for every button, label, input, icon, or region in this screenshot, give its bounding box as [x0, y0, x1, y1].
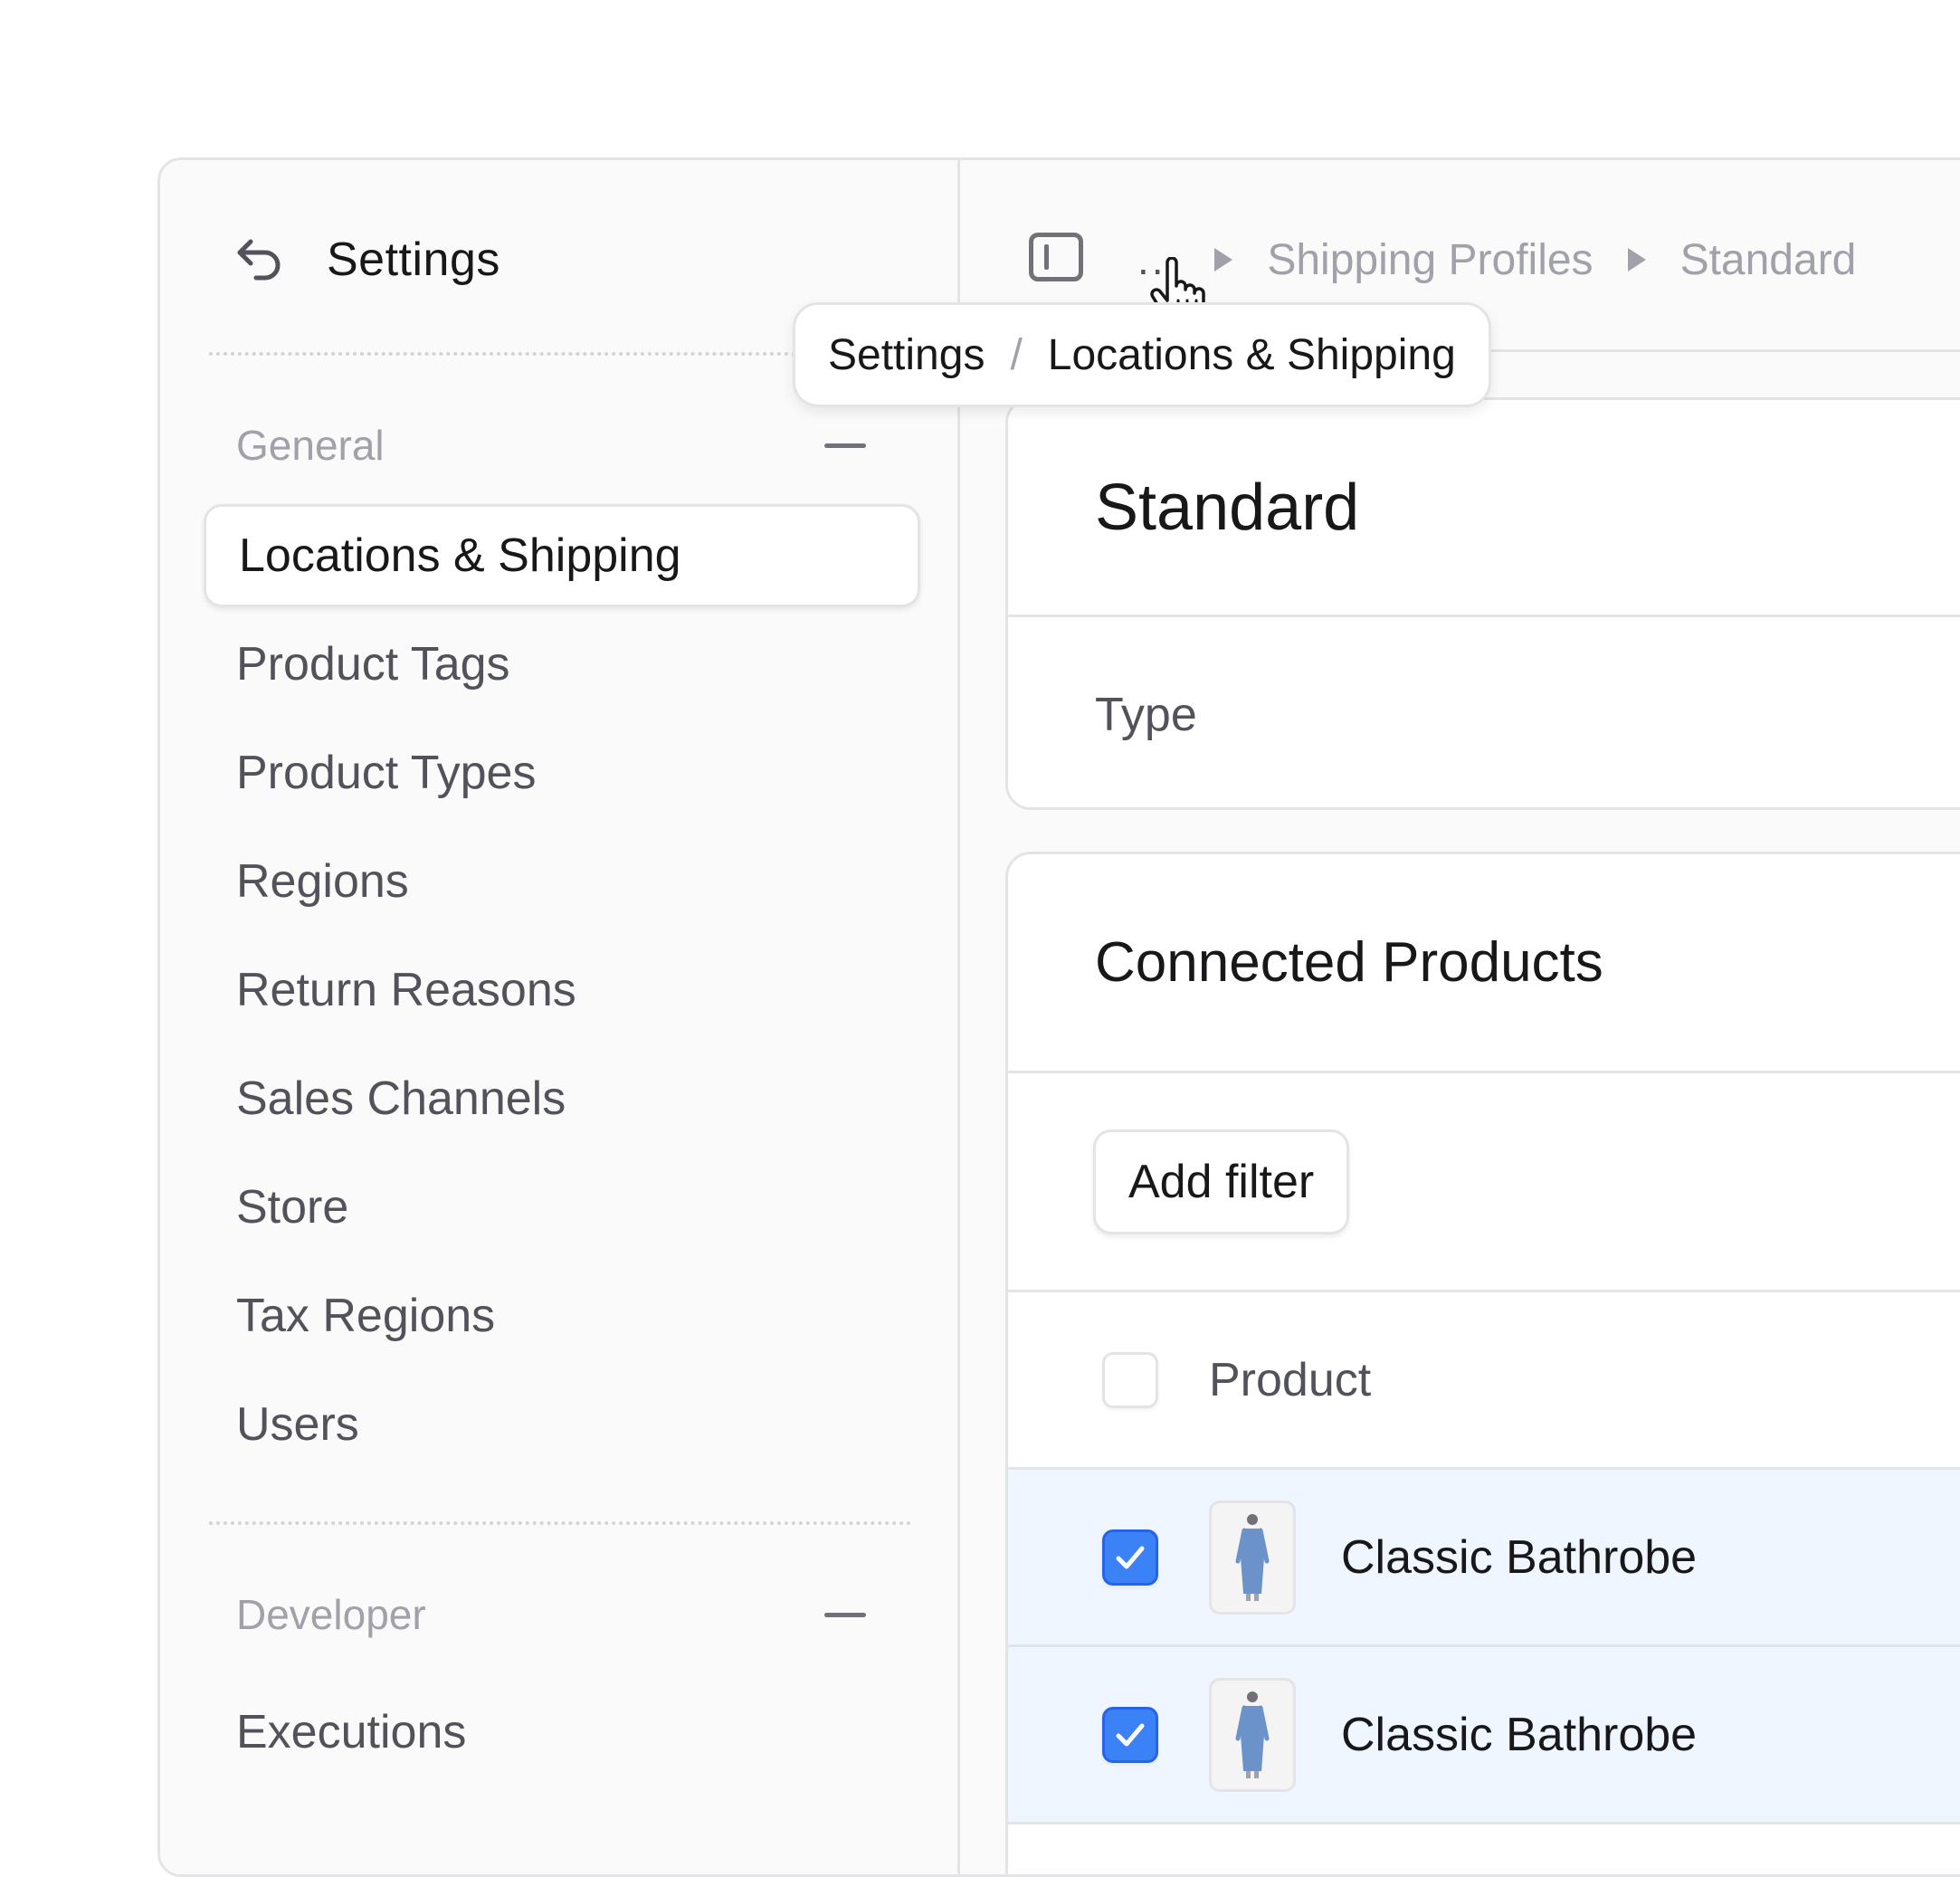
sidebar-toggle-icon[interactable]	[1029, 233, 1083, 281]
sidebar-item-users[interactable]: Users	[204, 1373, 920, 1476]
section-developer[interactable]: Developer	[236, 1583, 906, 1646]
table-row[interactable]: Classic Bathrobe	[1008, 1647, 1960, 1825]
sidebar-item-return-reasons[interactable]: Return Reasons	[204, 938, 920, 1042]
tooltip-separator: /	[1010, 330, 1023, 379]
breadcrumb: ... Shipping Profiles Standard	[1137, 224, 1856, 296]
sidebar-nav-developer: Executions	[204, 1681, 920, 1789]
chevron-right-icon	[1627, 248, 1646, 272]
product-thumbnail	[1209, 1677, 1296, 1792]
main-content: ... Shipping Profiles Standard Standard …	[960, 160, 1960, 1874]
sidebar-divider	[209, 1521, 911, 1525]
section-general-label: General	[236, 422, 385, 469]
product-name[interactable]: Classic Bathrobe	[1341, 1530, 1697, 1585]
back-arrow-icon[interactable]	[233, 233, 287, 287]
row-checkbox[interactable]	[1102, 1529, 1158, 1586]
column-product[interactable]: Product	[1209, 1353, 1371, 1407]
settings-window: Settings General Locations & Shipping Pr…	[157, 157, 1960, 1877]
profile-type-row: Type	[1008, 617, 1960, 807]
type-label: Type	[1095, 689, 1197, 741]
section-general[interactable]: General	[236, 414, 906, 477]
filter-bar: Add filter	[1008, 1073, 1960, 1292]
product-thumbnail	[1209, 1500, 1296, 1615]
sidebar-item-locations-shipping[interactable]: Locations & Shipping	[204, 504, 920, 607]
add-filter-button[interactable]: Add filter	[1093, 1129, 1350, 1234]
tooltip-settings: Settings	[828, 330, 985, 379]
sidebar-title: Settings	[327, 233, 500, 286]
sidebar-header: Settings	[233, 224, 500, 296]
sidebar-item-sales-channels[interactable]: Sales Channels	[204, 1047, 920, 1150]
collapse-icon[interactable]	[824, 443, 866, 448]
sidebar-nav: Locations & Shipping Product Tags Produc…	[204, 504, 920, 1482]
table-header: Product	[1008, 1292, 1960, 1470]
section-developer-label: Developer	[236, 1591, 426, 1638]
product-name[interactable]: Classic Bathrobe	[1341, 1708, 1697, 1762]
settings-sidebar: Settings General Locations & Shipping Pr…	[160, 160, 960, 1874]
table-row[interactable]: Classic Bathrobe	[1008, 1470, 1960, 1647]
sidebar-item-store[interactable]: Store	[204, 1156, 920, 1259]
sidebar-item-executions[interactable]: Executions	[204, 1681, 920, 1784]
bathrobe-thumbnail	[1235, 1691, 1270, 1778]
checkmark-icon	[1116, 1546, 1145, 1568]
products-card-header: Connected Products	[1008, 854, 1960, 1073]
profile-card: Standard Type	[1005, 397, 1960, 810]
profile-card-header: Standard	[1008, 400, 1960, 617]
bathrobe-thumbnail	[1235, 1513, 1270, 1601]
collapse-icon[interactable]	[824, 1612, 866, 1617]
sidebar-item-product-tags[interactable]: Product Tags	[204, 613, 920, 716]
chevron-right-icon	[1214, 248, 1233, 272]
sidebar-item-product-types[interactable]: Product Types	[204, 721, 920, 824]
select-all-checkbox[interactable]	[1102, 1351, 1158, 1408]
checkmark-icon	[1116, 1723, 1145, 1746]
breadcrumb-shipping-profiles[interactable]: Shipping Profiles	[1267, 235, 1593, 285]
row-checkbox[interactable]	[1102, 1706, 1158, 1763]
breadcrumb-tooltip: Settings / Locations & Shipping	[793, 302, 1491, 407]
connected-products-card: Connected Products Add filter Product Cl…	[1005, 852, 1960, 1874]
section-title: Connected Products	[1095, 931, 1603, 994]
sidebar-item-regions[interactable]: Regions	[204, 830, 920, 933]
breadcrumb-standard[interactable]: Standard	[1680, 235, 1857, 285]
page-title: Standard	[1095, 471, 1360, 544]
sidebar-item-tax-regions[interactable]: Tax Regions	[204, 1264, 920, 1367]
tooltip-locations-shipping: Locations & Shipping	[1047, 330, 1456, 379]
